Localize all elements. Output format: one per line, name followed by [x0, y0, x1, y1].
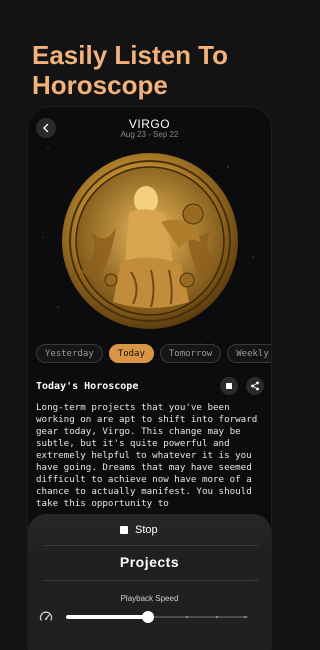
zodiac-sign-name: VIRGO — [128, 117, 171, 131]
promo-title: Easily Listen To Horoscope — [32, 40, 229, 100]
speedometer-icon — [39, 611, 53, 621]
day-tabs: Yesterday Today Tomorrow Weekly — [36, 344, 271, 364]
stop-button[interactable]: Stop — [120, 521, 158, 539]
stop-icon — [226, 383, 232, 389]
stop-icon — [120, 526, 128, 534]
horoscope-title: Today's Horoscope — [36, 380, 139, 392]
divider — [44, 545, 258, 546]
tab-yesterday[interactable]: Yesterday — [36, 344, 103, 363]
playback-speed-slider[interactable] — [66, 611, 248, 623]
slider-tick — [244, 616, 246, 618]
horoscope-card-header: Today's Horoscope — [36, 375, 264, 397]
track-title: Projects — [119, 554, 180, 570]
playback-speed-label: Playback Speed — [120, 594, 179, 603]
stop-label: Stop — [135, 524, 158, 536]
slider-tick — [216, 616, 218, 618]
share-icon — [251, 381, 259, 391]
horoscope-card: Today's Horoscope Long-term projects tha… — [36, 375, 264, 520]
tab-today[interactable]: Today — [108, 344, 154, 363]
stop-audio-button[interactable] — [220, 377, 238, 395]
zodiac-date-range: Aug 23 - Sep 22 — [120, 130, 179, 139]
horoscope-text: Long-term projects that you've been work… — [36, 402, 258, 509]
divider — [44, 580, 258, 581]
slider-fill — [66, 615, 148, 619]
slider-tick — [186, 616, 188, 618]
tab-weekly[interactable]: Weekly — [227, 344, 271, 363]
virgo-medallion-image — [62, 153, 238, 329]
share-button[interactable] — [246, 377, 264, 395]
slider-handle[interactable] — [141, 611, 154, 623]
audio-player-panel: Stop Projects Playback Speed — [28, 514, 271, 650]
tab-tomorrow[interactable]: Tomorrow — [159, 344, 222, 363]
phone-screen: VIRGO Aug 23 - Sep 22 Yesterday Today To… — [28, 107, 271, 650]
